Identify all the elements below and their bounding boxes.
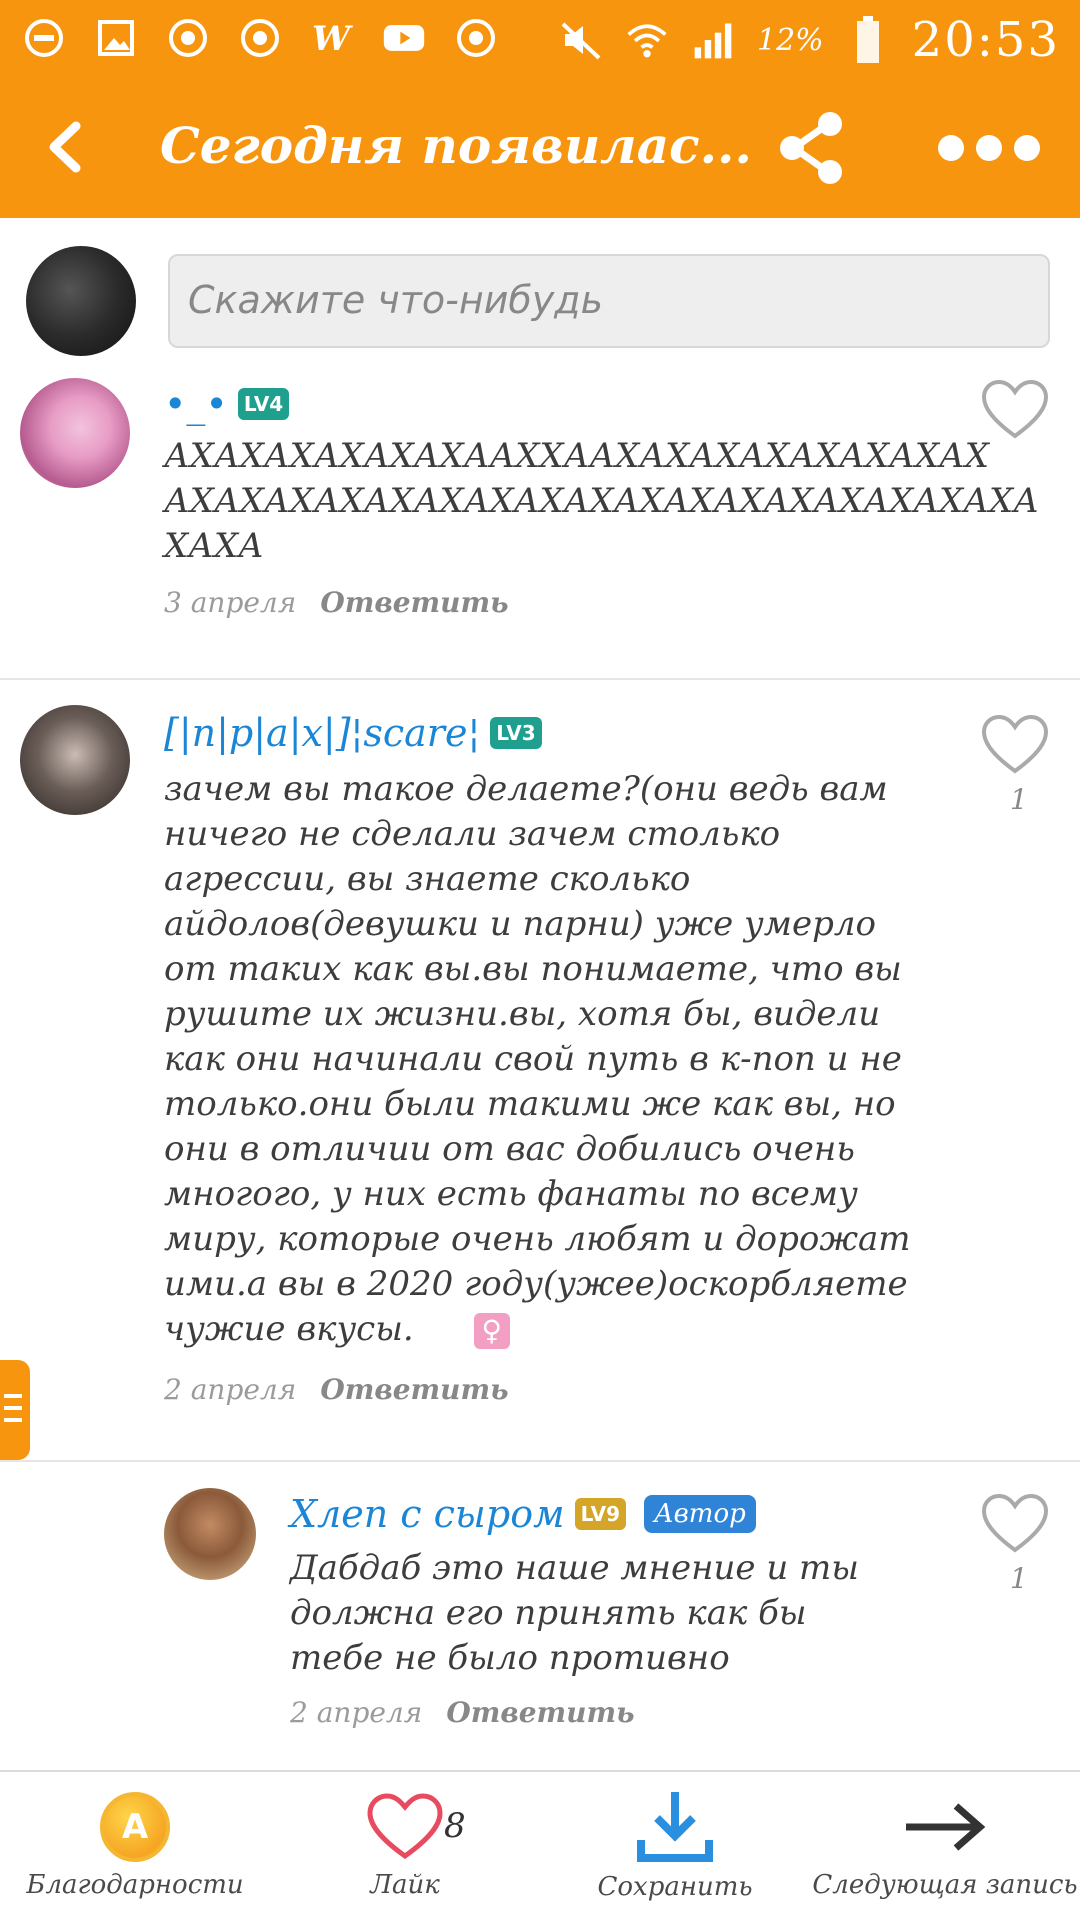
comment-meta: 2 апреля Ответить — [164, 1373, 509, 1406]
reply-button[interactable]: Ответить — [446, 1696, 634, 1729]
comment-input[interactable]: Скажите что-нибудь — [168, 254, 1050, 348]
comment-author[interactable]: [|п|р|а|х|]¦scare¦ LV3 — [164, 711, 542, 755]
author-name: •_• — [164, 382, 228, 426]
battery-percent: 12% — [756, 22, 824, 58]
avatar[interactable] — [26, 246, 136, 356]
thanks-label: Благодарности — [26, 1870, 244, 1900]
chrome-icon — [454, 16, 498, 60]
svg-text:W: W — [312, 19, 353, 58]
comment-item: [|п|р|а|х|]¦scare¦ LV3 зачем вы такое де… — [0, 705, 1080, 1460]
comment-reply-item: Хлеп с сыром LV9 Автор Дабдаб это наше м… — [0, 1488, 1080, 1768]
level-badge: LV9 — [574, 1498, 626, 1530]
avatar[interactable] — [20, 378, 130, 488]
battery-icon — [846, 16, 890, 63]
youtube-icon — [382, 16, 426, 60]
do-not-disturb-icon — [22, 16, 66, 60]
next-post-button[interactable]: Следующая запись — [812, 1772, 1078, 1920]
wattpad-icon: W — [310, 16, 354, 60]
dot-icon — [1014, 135, 1040, 161]
save-label: Сохранить — [597, 1872, 753, 1902]
author-name: [|п|р|а|х|]¦scare¦ — [164, 711, 481, 755]
more-options-button[interactable] — [938, 120, 1048, 176]
signal-icon — [691, 18, 735, 62]
menu-icon — [4, 1394, 22, 1422]
reply-button[interactable]: Ответить — [320, 586, 508, 619]
comment-date: 2 апреля — [164, 1373, 297, 1406]
like-label: Лайк — [370, 1870, 440, 1900]
share-button[interactable] — [778, 110, 848, 186]
bottom-action-bar: A Благодарности Лайк Сохранить Следующая… — [0, 1770, 1080, 1920]
like-button[interactable] — [980, 378, 1050, 442]
comment-text: Дабдаб это наше мнение и ты должна его п… — [290, 1548, 859, 1678]
comment-compose: Скажите что-нибудь — [0, 218, 1080, 378]
post-like-count: 8 — [444, 1806, 466, 1846]
level-badge: LV4 — [237, 388, 290, 420]
divider — [0, 678, 1080, 680]
heart-icon — [981, 1493, 1049, 1553]
level-badge: LV3 — [490, 717, 542, 749]
comment-meta: 3 апреля Ответить — [164, 586, 509, 619]
author-badge: Автор — [643, 1495, 756, 1533]
like-button[interactable] — [980, 1492, 1050, 1556]
female-sign-icon: ♀ — [473, 1313, 510, 1349]
reply-button[interactable]: Ответить — [320, 1373, 508, 1406]
like-count: 1 — [1010, 1562, 1028, 1595]
back-button[interactable] — [34, 112, 104, 182]
avatar[interactable] — [164, 1488, 256, 1580]
chevron-left-icon — [49, 121, 81, 173]
comment-date: 2 апреля — [290, 1696, 423, 1729]
thanks-button[interactable]: A Благодарности — [26, 1772, 244, 1920]
wifi-icon — [625, 18, 669, 62]
comment-item: •_• LV4 АХАХАХАХАХАХААХХААХАХАХАХАХАХАХА… — [0, 378, 1080, 678]
status-bar: W 12% 20:53 — [0, 0, 1080, 80]
dot-icon — [938, 135, 964, 161]
chrome-icon — [166, 16, 210, 60]
comment-text: АХАХАХАХАХАХААХХААХАХАХАХАХАХАХАХ АХАХАХ… — [164, 436, 1039, 566]
gallery-icon — [94, 16, 138, 60]
arrow-right-icon — [906, 1803, 986, 1851]
comment-meta: 2 апреля Ответить — [290, 1696, 635, 1729]
comment-text-body: зачем вы такое делаете?(они ведь вам нич… — [164, 769, 911, 1349]
app-bar: Сегодня появилас... — [0, 80, 1080, 218]
like-post-button[interactable]: Лайк — [330, 1772, 480, 1920]
heart-icon — [981, 379, 1049, 439]
like-count: 1 — [1010, 783, 1028, 816]
page-title: Сегодня появилас... — [160, 116, 752, 175]
mute-icon — [559, 18, 603, 62]
comment-author[interactable]: Хлеп с сыром LV9 Автор — [290, 1492, 756, 1536]
chrome-icon — [238, 16, 282, 60]
side-drawer-handle[interactable] — [0, 1360, 30, 1460]
heart-icon — [981, 714, 1049, 774]
like-button[interactable] — [980, 713, 1050, 777]
dot-icon — [976, 135, 1002, 161]
heart-icon — [367, 1793, 443, 1860]
clock: 20:53 — [911, 12, 1060, 68]
share-icon — [780, 112, 842, 184]
avatar[interactable] — [20, 705, 130, 815]
comment-date: 3 апреля — [164, 586, 297, 619]
divider — [0, 1460, 1080, 1462]
author-name: Хлеп с сыром — [290, 1492, 565, 1536]
comment-text: зачем вы такое делаете?(они ведь вам нич… — [164, 767, 924, 1352]
comment-author[interactable]: •_• LV4 — [164, 382, 290, 426]
next-label: Следующая запись — [812, 1870, 1078, 1900]
coin-icon: A — [100, 1792, 170, 1862]
save-button[interactable]: Сохранить — [597, 1772, 753, 1920]
download-icon — [637, 1792, 713, 1862]
